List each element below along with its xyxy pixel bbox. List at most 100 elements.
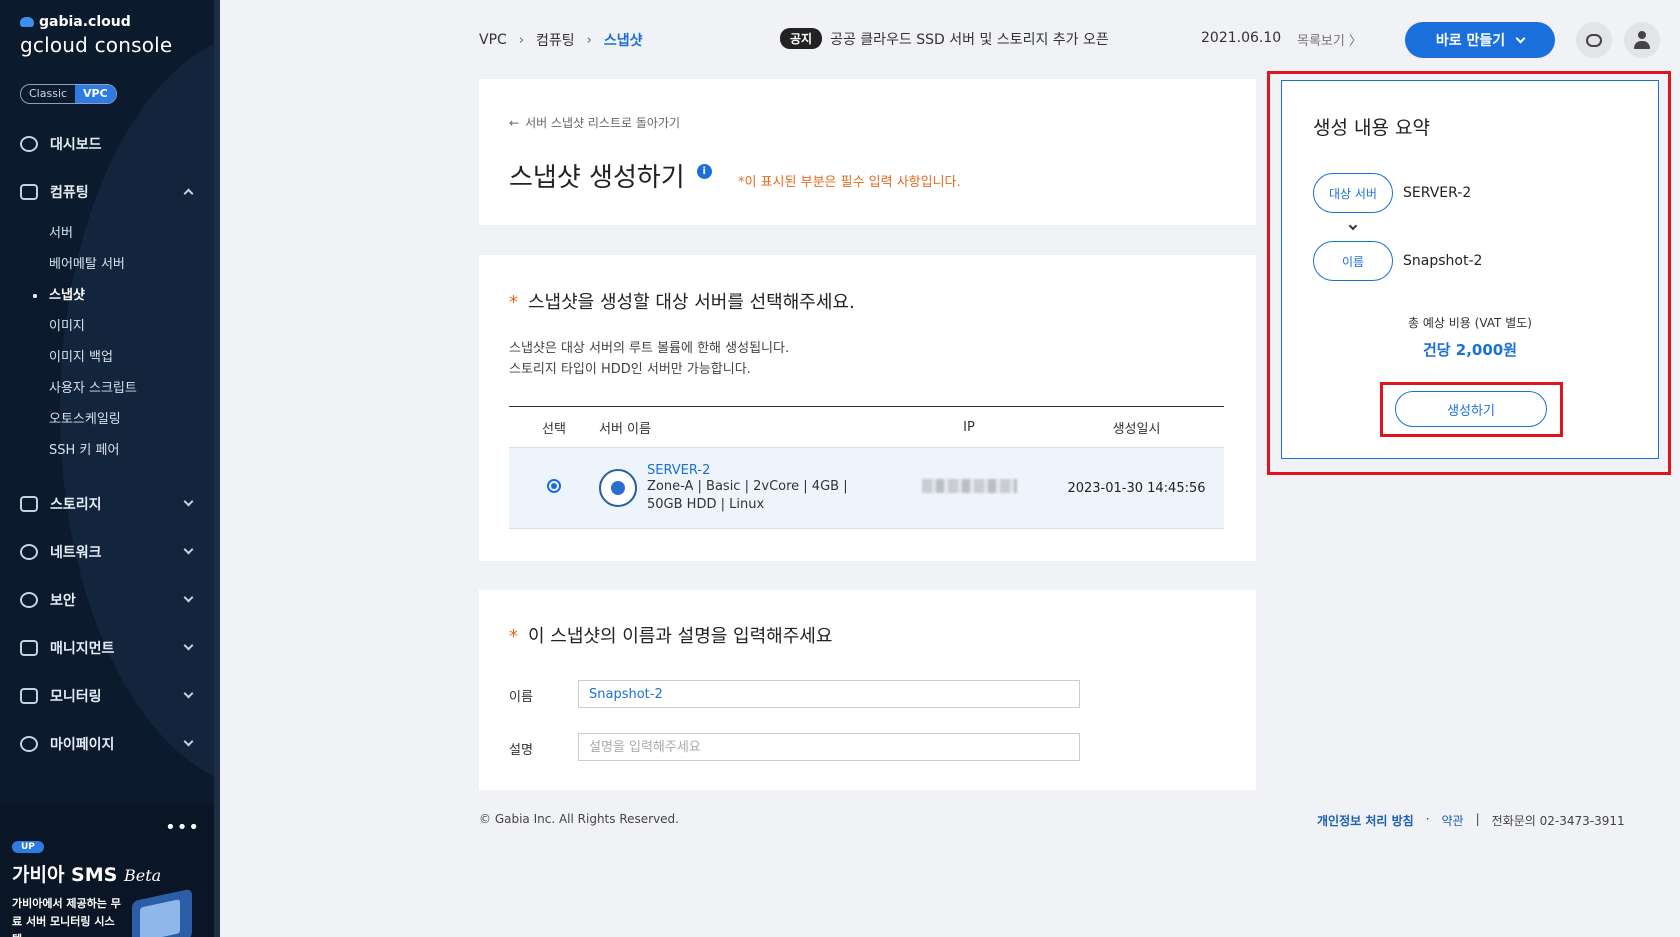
breadcrumb-separator: › (518, 32, 524, 48)
promo-desc: 가비아에서 제공하는 무료 서버 모니터링 시스템 (12, 897, 121, 937)
name-label: 이름 (509, 690, 533, 705)
privacy-policy-link[interactable]: 개인정보 처리 방침 (1317, 812, 1414, 829)
back-link[interactable]: ← 서버 스냅샷 리스트로 돌아가기 (509, 114, 680, 131)
sidebar-subitem-autoscaling[interactable]: 오토스케일링 (0, 404, 214, 435)
sidebar-subitem-image-backup[interactable]: 이미지 백업 (0, 342, 214, 373)
snapshot-name-input[interactable] (578, 680, 1080, 708)
sidebar-subitem-image[interactable]: 이미지 (0, 311, 214, 342)
row-name-cell: SERVER-2 Zone-A | Basic | 2vCore | 4GB |… (599, 463, 889, 514)
notice-banner[interactable]: 공지 공공 클라우드 SSD 서버 및 스토리지 추가 오픈 (780, 28, 1109, 49)
breadcrumb-current[interactable]: 스냅샷 (604, 30, 643, 50)
notice-tag: 공지 (780, 28, 823, 49)
sidebar-item-storage[interactable]: 스토리지 (0, 480, 214, 528)
sidebar-item-label: 대시보드 (50, 137, 102, 153)
sidebar-item-monitoring[interactable]: 모니터링 (0, 672, 214, 720)
notice-list-link[interactable]: 목록보기 〉 (1297, 30, 1362, 49)
sidebar-scrollbar[interactable] (214, 0, 220, 937)
server-table: 선택 서버 이름 IP 생성일시 SERVER-2 Zone-A | Basic… (509, 406, 1224, 529)
promo-title-suffix: Beta (123, 866, 162, 885)
dashboard-icon (20, 136, 38, 152)
footer-bar: | (1475, 812, 1480, 826)
sidebar-subitem-user-script[interactable]: 사용자 스크립트 (0, 373, 214, 404)
section-title: * 스냅샷을 생성할 대상 서버를 선택해주세요. (509, 288, 855, 314)
notice-date: 2021.06.10 (1201, 30, 1282, 46)
server-spec-line: 50GB HDD | Linux (647, 496, 765, 512)
management-icon (20, 640, 38, 656)
column-header-ip: IP (963, 419, 975, 435)
notice-text[interactable]: 공공 클라우드 SSD 서버 및 스토리지 추가 오픈 (830, 29, 1109, 49)
footer-copyright: © Gabia Inc. All Rights Reserved. (479, 812, 679, 826)
section-title-text: 스냅샷을 생성할 대상 서버를 선택해주세요. (528, 292, 855, 313)
sidebar-item-label: 보안 (50, 593, 76, 609)
ip-redacted (921, 479, 1017, 493)
monitor-icon (20, 688, 38, 704)
terms-link[interactable]: 약관 (1442, 812, 1464, 829)
sidebar-item-management[interactable]: 매니지먼트 (0, 624, 214, 672)
sidebar-nav: 대시보드 컴퓨팅 서버 베어메탈 서버 스냅샷 이미지 이미지 백업 사용자 스… (0, 120, 214, 768)
row-ip-cell (889, 479, 1049, 497)
shield-icon (20, 592, 38, 608)
server-name[interactable]: SERVER-2 (647, 463, 877, 478)
create-snapshot-button[interactable]: 생성하기 (1395, 391, 1547, 427)
footer-dot: · (1425, 812, 1430, 826)
column-header-name: 서버 이름 (599, 421, 651, 437)
brand-logo[interactable]: gabia.cloud gcloud console (20, 14, 172, 57)
brand-title: gcloud console (20, 33, 173, 57)
sidebar-item-security[interactable]: 보안 (0, 576, 214, 624)
description-line: 스냅샷은 대상 서버의 루트 볼륨에 한해 생성됩니다. (509, 341, 790, 356)
chevron-down-icon (183, 736, 194, 747)
promo-badge: UP (12, 841, 44, 853)
table-row[interactable]: SERVER-2 Zone-A | Basic | 2vCore | 4GB |… (509, 448, 1224, 529)
chat-icon (1586, 33, 1602, 47)
sidebar-subitem-server[interactable]: 서버 (0, 218, 214, 249)
monitor-illustration (132, 888, 192, 937)
page-title: 스냅샷 생성하기 i (509, 157, 712, 194)
back-link-label: 서버 스냅샷 리스트로 돌아가기 (525, 116, 681, 130)
server-radio[interactable] (547, 479, 561, 493)
page-header-card: ← 서버 스냅샷 리스트로 돌아가기 스냅샷 생성하기 i *이 표시된 부분은… (479, 79, 1256, 225)
table-header: 선택 서버 이름 IP 생성일시 (509, 407, 1224, 448)
sidebar-item-label: 마이페이지 (50, 737, 115, 753)
user-icon (1633, 31, 1651, 49)
sidebar-item-label: 컴퓨팅 (50, 185, 89, 201)
brand-small: gabia.cloud (39, 14, 131, 30)
breadcrumb-separator: › (586, 32, 592, 48)
sidebar-subitem-baremetal[interactable]: 베어메탈 서버 (0, 249, 214, 280)
server-spec-line: Zone-A | Basic | 2vCore | 4GB | (647, 478, 848, 494)
sidebar-item-label: 모니터링 (50, 689, 102, 705)
summary-title: 생성 내용 요약 (1313, 117, 1430, 139)
profile-button[interactable] (1624, 22, 1660, 58)
sidebar-item-label: 매니지먼트 (50, 641, 115, 657)
sidebar-item-computing[interactable]: 컴퓨팅 (0, 168, 214, 216)
sidebar-subitem-ssh-keypair[interactable]: SSH 키 페어 (0, 435, 214, 466)
snapshot-name-card: * 이 스냅샷의 이름과 설명을 입력해주세요 이름 설명 (479, 590, 1256, 790)
summary-panel: 생성 내용 요약 대상 서버 SERVER-2 이름 Snapshot-2 총 … (1281, 80, 1659, 459)
breadcrumb-section[interactable]: 컴퓨팅 (536, 30, 575, 50)
required-star: * (509, 626, 518, 647)
server-select-card: * 스냅샷을 생성할 대상 서버를 선택해주세요. 스냅샷은 대상 서버의 루트 … (479, 255, 1256, 561)
page-title-text: 스냅샷 생성하기 (509, 163, 685, 193)
breadcrumb-root[interactable]: VPC (479, 32, 507, 48)
mode-vpc[interactable]: VPC (75, 85, 116, 103)
chevron-down-icon (1348, 221, 1358, 231)
chat-button[interactable] (1576, 22, 1612, 58)
person-icon (20, 736, 38, 752)
promo-banner[interactable]: ••• UP 가비아 SMS Beta 가비아에서 제공하는 무료 서버 모니터… (0, 805, 214, 937)
description-label: 설명 (509, 743, 533, 758)
more-dots-icon[interactable]: ••• (165, 819, 200, 837)
info-icon[interactable]: i (696, 164, 712, 179)
footer-links: 개인정보 처리 방침 · 약관 | 전화문의 02-3473-3911 (1317, 812, 1625, 829)
cloud-icon (20, 17, 34, 27)
mode-classic[interactable]: Classic (21, 85, 75, 103)
sidebar-subitem-snapshot[interactable]: 스냅샷 (0, 280, 214, 311)
section-title-text: 이 스냅샷의 이름과 설명을 입력해주세요 (528, 626, 833, 647)
sidebar-item-dashboard[interactable]: 대시보드 (0, 120, 214, 168)
quick-create-button[interactable]: 바로 만들기 (1405, 22, 1555, 58)
promo-title-text: 가비아 SMS (12, 864, 118, 886)
snapshot-description-input[interactable] (578, 733, 1080, 761)
chip-icon (20, 184, 38, 200)
mode-toggle[interactable]: Classic VPC (20, 84, 117, 104)
sidebar-item-mypage[interactable]: 마이페이지 (0, 720, 214, 768)
sidebar-item-network[interactable]: 네트워크 (0, 528, 214, 576)
target-server-pill: 대상 서버 (1313, 173, 1393, 213)
